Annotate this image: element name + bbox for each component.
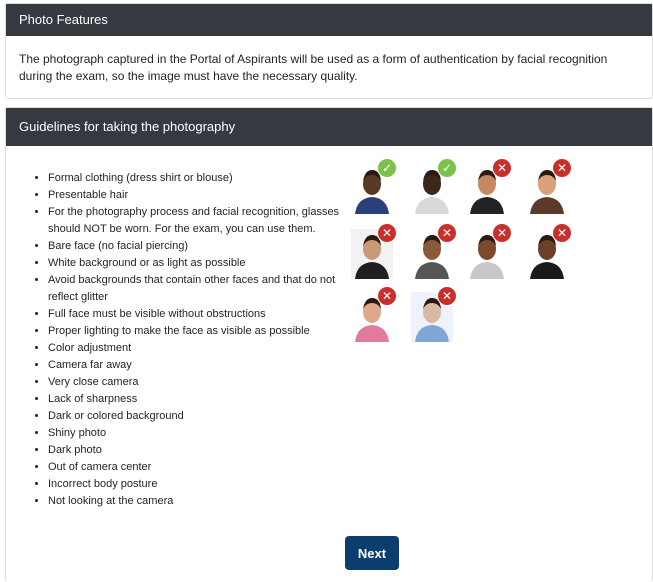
list-item: White background or as light as possible xyxy=(48,255,348,272)
list-item: Camera far away xyxy=(48,357,348,374)
cross-icon: ✕ xyxy=(377,223,397,243)
list-item: Presentable hair xyxy=(48,187,348,204)
list-item: Not looking at the camera xyxy=(48,493,348,510)
cross-icon: ✕ xyxy=(552,223,572,243)
accepted-photo-icon: ✓ xyxy=(411,158,457,214)
list-item: Out of camera center xyxy=(48,459,348,476)
accepted-photo-icon: ✓ xyxy=(351,158,397,214)
cross-icon: ✕ xyxy=(552,158,572,178)
list-item: Dark or colored background xyxy=(48,408,348,425)
rejected-photo-icon: ✕ xyxy=(411,286,457,342)
cross-icon: ✕ xyxy=(437,223,457,243)
next-button[interactable]: Next xyxy=(345,536,399,570)
check-icon: ✓ xyxy=(437,158,457,178)
rejected-photo-icon: ✕ xyxy=(466,158,512,214)
guidelines-card: Guidelines for taking the photography Fo… xyxy=(5,107,653,582)
check-icon: ✓ xyxy=(377,158,397,178)
photo-features-description: The photograph captured in the Portal of… xyxy=(19,52,608,83)
rejected-photo-icon: ✕ xyxy=(526,223,572,279)
list-item: Proper lighting to make the face as visi… xyxy=(48,323,348,340)
cross-icon: ✕ xyxy=(492,158,512,178)
list-item: Full face must be visible without obstru… xyxy=(48,306,348,323)
example-photos-grid: ✓ ✓ ✕ ✕ ✕ ✕ ✕ ✕ ✕ ✕ xyxy=(346,158,586,350)
rejected-photo-icon: ✕ xyxy=(411,223,457,279)
list-item: For the photography process and facial r… xyxy=(48,204,348,238)
guidelines-header: Guidelines for taking the photography xyxy=(6,108,652,146)
list-item: Color adjustment xyxy=(48,340,348,357)
list-item: Formal clothing (dress shirt or blouse) xyxy=(48,170,348,187)
list-item: Lack of sharpness xyxy=(48,391,348,408)
rejected-photo-icon: ✕ xyxy=(351,223,397,279)
list-item: Incorrect body posture xyxy=(48,476,348,493)
list-item: Avoid backgrounds that contain other fac… xyxy=(48,272,348,306)
list-item: Shiny photo xyxy=(48,425,348,442)
cross-icon: ✕ xyxy=(437,286,457,306)
guidelines-list: Formal clothing (dress shirt or blouse) … xyxy=(6,170,348,510)
rejected-photo-icon: ✕ xyxy=(351,286,397,342)
cross-icon: ✕ xyxy=(492,223,512,243)
list-item: Very close camera xyxy=(48,374,348,391)
list-item: Bare face (no facial piercing) xyxy=(48,238,348,255)
cross-icon: ✕ xyxy=(377,286,397,306)
rejected-photo-icon: ✕ xyxy=(466,223,512,279)
photo-features-card: Photo Features The photograph captured i… xyxy=(5,3,653,99)
list-item: Dark photo xyxy=(48,442,348,459)
photo-features-header: Photo Features xyxy=(6,4,652,36)
rejected-photo-icon: ✕ xyxy=(526,158,572,214)
